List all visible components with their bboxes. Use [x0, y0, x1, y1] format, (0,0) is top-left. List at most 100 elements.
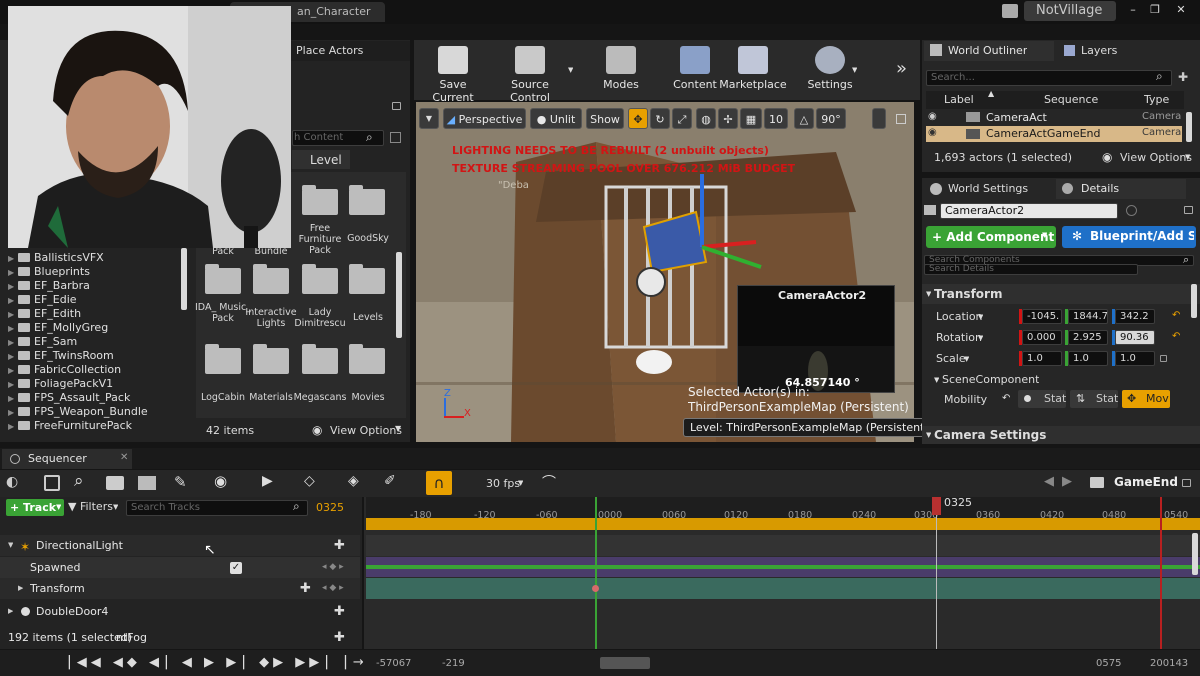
scale-z-field[interactable]: 1.0 — [1115, 351, 1155, 366]
surface-snap-icon[interactable]: ✢ — [718, 108, 738, 129]
transport-controls[interactable]: ⎮◀◀ ◀◆ ◀⎮ ◀ ▶ ▶⎮ ◆▶ ▶▶⎮ ⎮→ — [66, 655, 368, 670]
rotation-label[interactable]: Rotation — [936, 331, 982, 344]
grid-snap-value[interactable]: 10 — [764, 108, 788, 129]
fps-dropdown[interactable]: 30 fps — [486, 477, 520, 490]
spawned-checkbox[interactable]: ✓ — [230, 562, 242, 574]
reset-icon[interactable]: ↶ — [1002, 393, 1010, 404]
view-options-button[interactable]: View Options — [330, 424, 402, 437]
folder-icon[interactable] — [253, 344, 289, 374]
key-icon[interactable]: ◇ — [304, 473, 315, 489]
clapper-icon[interactable] — [138, 476, 156, 490]
source-control-status-icon[interactable] — [1002, 4, 1018, 18]
folder-icon[interactable] — [302, 264, 338, 294]
eye-icon[interactable]: ◉ — [928, 127, 937, 138]
tree-item[interactable]: ▶ FreeFurniturePack — [8, 419, 184, 433]
actor-name-field[interactable]: CameraActor2 — [940, 203, 1118, 219]
curve-editor-icon[interactable]: ⌒ — [542, 472, 556, 492]
track-row[interactable]: Spawned ✓ ◂ ◆ ▸ — [0, 557, 360, 578]
scale-label[interactable]: Scale — [936, 352, 966, 365]
track-row[interactable]: ▼ ✶ DirectionalLight ✚ — [0, 535, 360, 556]
transform-keyframe[interactable] — [592, 585, 599, 592]
save-icon[interactable] — [44, 475, 60, 491]
toolbar-overflow-icon[interactable]: » — [896, 58, 907, 79]
rotation-snap-icon[interactable]: △ — [794, 108, 814, 129]
track-row[interactable]: 192 items (1 selected) ntFog ✚ — [0, 627, 360, 648]
camera-icon[interactable] — [106, 476, 124, 490]
chevron-down-icon[interactable]: ▼ — [852, 66, 857, 74]
current-frame-field[interactable]: 0325 — [316, 501, 344, 514]
search-icon[interactable]: ⌕ — [74, 471, 84, 491]
folder-icon[interactable] — [205, 264, 241, 294]
eye-icon[interactable]: ◉ — [312, 423, 322, 437]
folder-icon[interactable] — [253, 264, 289, 294]
grid-snap-icon[interactable]: ▦ — [740, 108, 762, 129]
key-nav-icon[interactable]: ◂ ◆ ▸ — [322, 557, 344, 578]
search-details-input[interactable]: Search Details — [924, 264, 1138, 275]
scale-tool-button[interactable]: ⤢ — [672, 108, 692, 129]
working-range-start[interactable]: -219 — [442, 658, 465, 669]
tree-item[interactable]: ▶ BallisticsVFX — [8, 251, 184, 265]
tree-item[interactable]: ▶ FPS_Assault_Pack — [8, 391, 184, 405]
timeline-scrollbar[interactable] — [1192, 533, 1198, 575]
search-icon[interactable]: ⌕ — [366, 130, 373, 145]
tree-item[interactable]: ▶ EF_TwinsRoom — [8, 349, 184, 363]
transform-section[interactable] — [366, 578, 1200, 599]
location-label[interactable]: Location — [936, 310, 983, 323]
source-control-button[interactable]: Source Control — [490, 46, 570, 104]
folder-icon[interactable] — [349, 185, 385, 215]
wrench-icon[interactable]: ✎ — [174, 473, 187, 491]
add-component-button[interactable]: + Add Component — [926, 226, 1056, 248]
unlit-button[interactable]: ● Unlit — [530, 108, 582, 129]
rotation-x-field[interactable]: 0.000 — [1022, 330, 1062, 345]
table-row[interactable]: ◉ CameraAct Camera — [926, 110, 1182, 126]
snap-magnet-button[interactable]: ∩ — [426, 471, 452, 495]
add-actor-icon[interactable]: ✚ — [1178, 70, 1188, 84]
tree-item[interactable]: ▶ EF_Barbra — [8, 279, 184, 293]
perspective-button[interactable]: ◢ Perspective — [443, 108, 526, 129]
reset-icon[interactable]: ↶ — [1172, 331, 1180, 342]
eye-icon[interactable]: ◉ — [1102, 150, 1112, 164]
play-icon[interactable]: ▶ — [262, 473, 273, 489]
add-icon[interactable]: ✚ — [300, 578, 311, 599]
tree-item[interactable]: ▶ Blueprints — [8, 265, 184, 279]
playback-start-marker[interactable] — [595, 497, 597, 649]
eye-icon[interactable]: ◉ — [214, 472, 227, 490]
folder-tree-scrollbar[interactable] — [181, 248, 187, 310]
tree-item[interactable]: ▶ EF_Edith — [8, 307, 184, 321]
show-button[interactable]: Show — [586, 108, 624, 129]
tree-item[interactable]: ▶ EF_Edie — [8, 293, 184, 307]
timeline-zoom-slider[interactable] — [600, 657, 650, 669]
world-icon[interactable]: ◐ — [6, 474, 18, 490]
location-z-field[interactable]: 342.2 — [1115, 309, 1155, 324]
add-icon[interactable]: ✚ — [334, 627, 345, 648]
marketplace-button[interactable]: Marketplace — [718, 46, 788, 91]
playback-end-marker[interactable] — [1160, 497, 1162, 649]
close-icon[interactable]: ✕ — [120, 452, 128, 463]
modes-button[interactable]: Modes — [586, 46, 656, 91]
track-lane[interactable] — [366, 627, 1200, 647]
rotation-y-field[interactable]: 2.925 — [1068, 330, 1108, 345]
tree-item[interactable]: ▶ EF_MollyGreg — [8, 321, 184, 335]
search-icon[interactable]: ⌕ — [293, 499, 300, 514]
details-scrollbar[interactable] — [1191, 284, 1197, 318]
view-range-end[interactable]: 200143 — [1150, 658, 1188, 669]
chevron-down-icon[interactable]: ▼ — [568, 66, 573, 74]
eye-icon[interactable]: ◉ — [928, 111, 937, 122]
view-range-start[interactable]: -57067 — [376, 658, 411, 669]
column-label[interactable]: Label — [944, 93, 974, 106]
arrow-right-icon[interactable]: ▶ — [1062, 474, 1072, 489]
column-sequence[interactable]: Sequence — [1044, 93, 1098, 106]
search-tracks-input[interactable]: Search Tracks — [126, 500, 308, 516]
lock-icon[interactable] — [392, 102, 401, 110]
folder-icon[interactable] — [349, 344, 385, 374]
location-y-field[interactable]: 1844.7 — [1068, 309, 1108, 324]
rotate-tool-button[interactable]: ↻ — [650, 108, 670, 129]
arrow-left-icon[interactable]: ◀ — [1044, 474, 1054, 489]
folder-icon[interactable] — [349, 264, 385, 294]
sequence-name[interactable]: GameEnd — [1114, 475, 1178, 489]
add-icon[interactable]: ✚ — [334, 535, 345, 556]
tree-item[interactable]: ▶ FPS_Weapon_Bundle — [8, 405, 184, 419]
track-lane[interactable] — [366, 535, 1200, 556]
viewport-options-dropdown[interactable]: ▼ — [419, 108, 439, 129]
details-tab[interactable] — [1056, 179, 1186, 199]
